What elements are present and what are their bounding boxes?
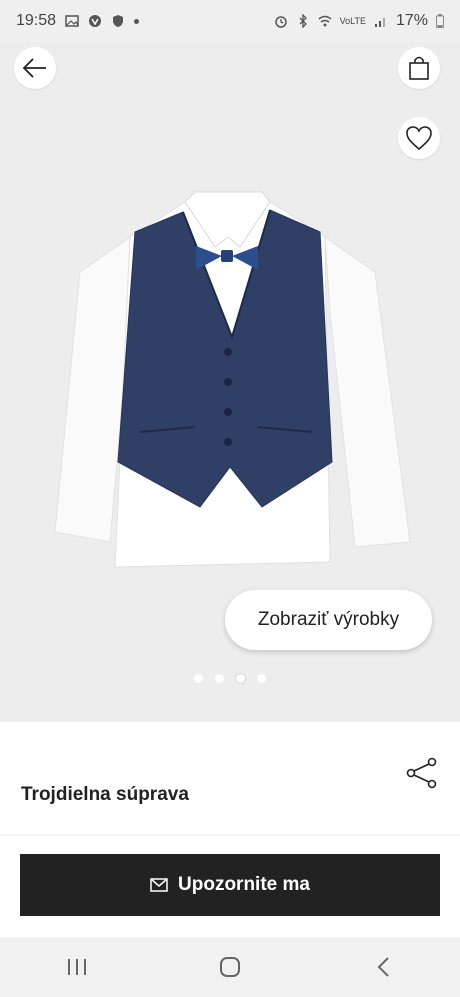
network-label: VoLTE <box>339 15 366 26</box>
shield-icon <box>113 15 124 27</box>
battery-percent: 17% <box>395 12 428 29</box>
gallery-icon <box>65 15 79 27</box>
notify-me-label: Upozornite ma <box>178 874 310 895</box>
show-products-button[interactable]: Zobraziť výrobky <box>225 590 432 650</box>
battery-icon <box>436 14 444 28</box>
product-info: Trojdielna súprava <box>0 722 460 834</box>
pager-dot[interactable] <box>215 674 224 683</box>
favorite-button[interactable] <box>398 117 440 159</box>
pager-dot[interactable] <box>194 674 203 683</box>
share-icon[interactable] <box>405 756 439 790</box>
back-button[interactable] <box>14 47 56 89</box>
recent-apps-icon <box>67 959 86 975</box>
wifi-icon <box>318 15 332 27</box>
pager-dot-active[interactable] <box>236 674 245 683</box>
vpn-icon <box>89 15 102 27</box>
arrow-left-icon <box>22 58 46 78</box>
product-title: Trojdielna súprava <box>21 784 189 805</box>
bluetooth-icon <box>299 14 307 28</box>
home-button[interactable] <box>200 947 260 987</box>
notification-dot-icon <box>134 18 140 24</box>
image-pager[interactable] <box>0 674 460 683</box>
pager-dot[interactable] <box>257 674 266 683</box>
signal-icon <box>374 18 385 27</box>
action-footer: Upozornite ma <box>0 836 460 937</box>
notify-me-button[interactable]: Upozornite ma <box>20 854 440 916</box>
product-image-gallery[interactable]: Zobraziť výrobky <box>0 42 460 722</box>
status-time: 19:58 <box>16 12 57 29</box>
system-back-button[interactable] <box>353 947 413 987</box>
system-navigation-bar <box>0 937 460 997</box>
home-icon <box>219 957 240 977</box>
mail-icon <box>150 878 168 892</box>
chevron-left-icon <box>377 957 390 977</box>
status-bar: 19:58 VoLTE 17% <box>0 0 460 42</box>
recent-apps-button[interactable] <box>47 947 107 987</box>
heart-icon <box>406 126 432 151</box>
cart-button[interactable] <box>398 47 440 89</box>
shopping-bag-icon <box>409 56 429 80</box>
alarm-icon <box>274 16 287 28</box>
